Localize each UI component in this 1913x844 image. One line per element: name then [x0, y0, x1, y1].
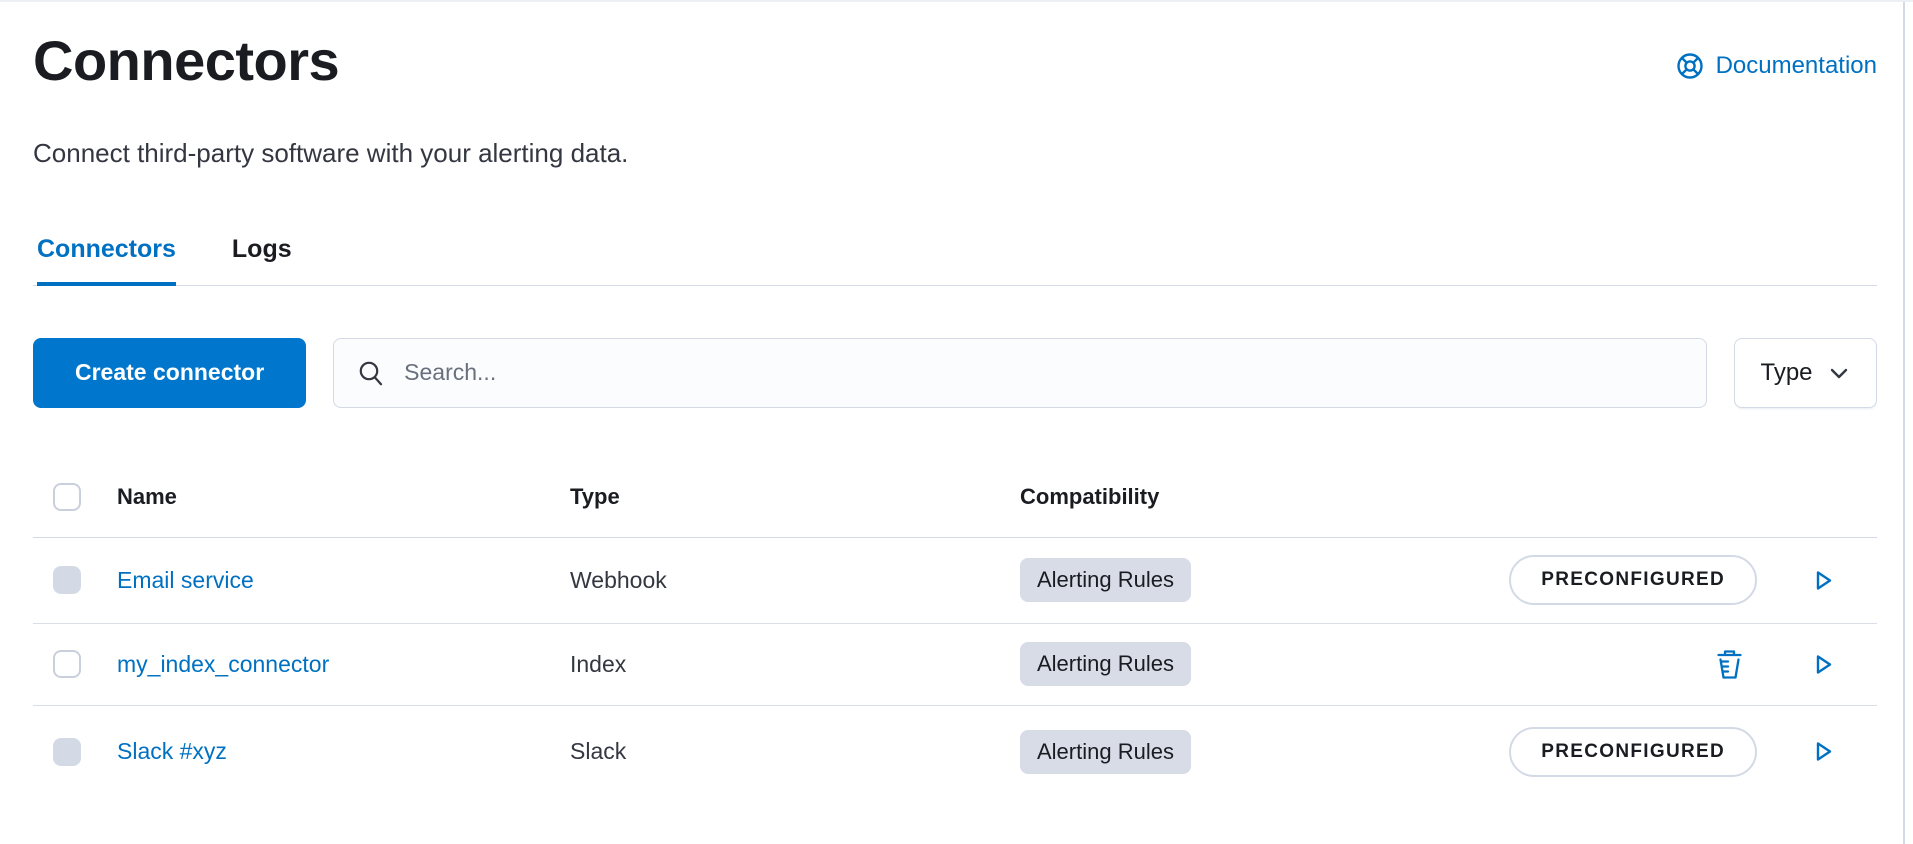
tab-bar: Connectors Logs	[33, 235, 1877, 286]
compatibility-badge: Alerting Rules	[1020, 642, 1191, 686]
row-checkbox	[53, 738, 81, 766]
delete-connector-button[interactable]	[1714, 648, 1745, 681]
search-box	[333, 338, 1707, 408]
connector-type: Index	[570, 651, 1020, 678]
connector-name-link[interactable]: Slack #xyz	[117, 738, 227, 764]
connectors-page: Connectors Documentation Connect third-p…	[0, 2, 1913, 798]
connectors-table: Name Type Compatibility Email service We…	[33, 458, 1877, 798]
page-subtitle: Connect third-party software with your a…	[33, 138, 1877, 169]
select-all-checkbox[interactable]	[53, 483, 81, 511]
preconfigured-badge: PRECONFIGURED	[1509, 555, 1757, 605]
create-connector-button[interactable]: Create connector	[33, 338, 306, 408]
compatibility-badge: Alerting Rules	[1020, 730, 1191, 774]
connector-type: Webhook	[570, 567, 1020, 594]
run-connector-button[interactable]	[1809, 651, 1836, 678]
toolbar: Create connector Type	[33, 338, 1877, 408]
column-header-name: Name	[117, 484, 570, 510]
page-title: Connectors	[33, 30, 339, 92]
trash-icon	[1714, 648, 1745, 681]
column-header-compatibility: Compatibility	[1020, 484, 1440, 510]
row-checkbox	[53, 566, 81, 594]
preconfigured-badge: PRECONFIGURED	[1509, 727, 1757, 777]
documentation-link[interactable]: Documentation	[1676, 52, 1877, 80]
help-life-ring-icon	[1676, 52, 1704, 80]
connector-name-link[interactable]: my_index_connector	[117, 651, 329, 677]
table-header-row: Name Type Compatibility	[33, 458, 1877, 538]
connector-name-link[interactable]: Email service	[117, 567, 254, 593]
tab-connectors[interactable]: Connectors	[37, 235, 176, 285]
tab-logs[interactable]: Logs	[232, 235, 292, 285]
page-header: Connectors Documentation	[33, 2, 1877, 92]
type-filter-label: Type	[1760, 359, 1812, 387]
connector-type: Slack	[570, 738, 1020, 765]
column-header-type: Type	[570, 484, 1020, 510]
table-row-my-index-connector: my_index_connector Index Alerting Rules	[33, 624, 1877, 706]
row-checkbox[interactable]	[53, 650, 81, 678]
page-right-edge-divider	[1903, 2, 1905, 844]
documentation-link-label: Documentation	[1716, 52, 1877, 80]
compatibility-badge: Alerting Rules	[1020, 558, 1191, 602]
table-row-slack-xyz: Slack #xyz Slack Alerting Rules PRECONFI…	[33, 706, 1877, 798]
search-icon	[356, 358, 386, 388]
type-filter-button[interactable]: Type	[1734, 338, 1877, 408]
table-row-email-service: Email service Webhook Alerting Rules PRE…	[33, 538, 1877, 624]
run-connector-button[interactable]	[1809, 567, 1836, 594]
search-input[interactable]	[404, 359, 1684, 386]
run-connector-button[interactable]	[1809, 738, 1836, 765]
chevron-down-icon	[1827, 361, 1851, 385]
